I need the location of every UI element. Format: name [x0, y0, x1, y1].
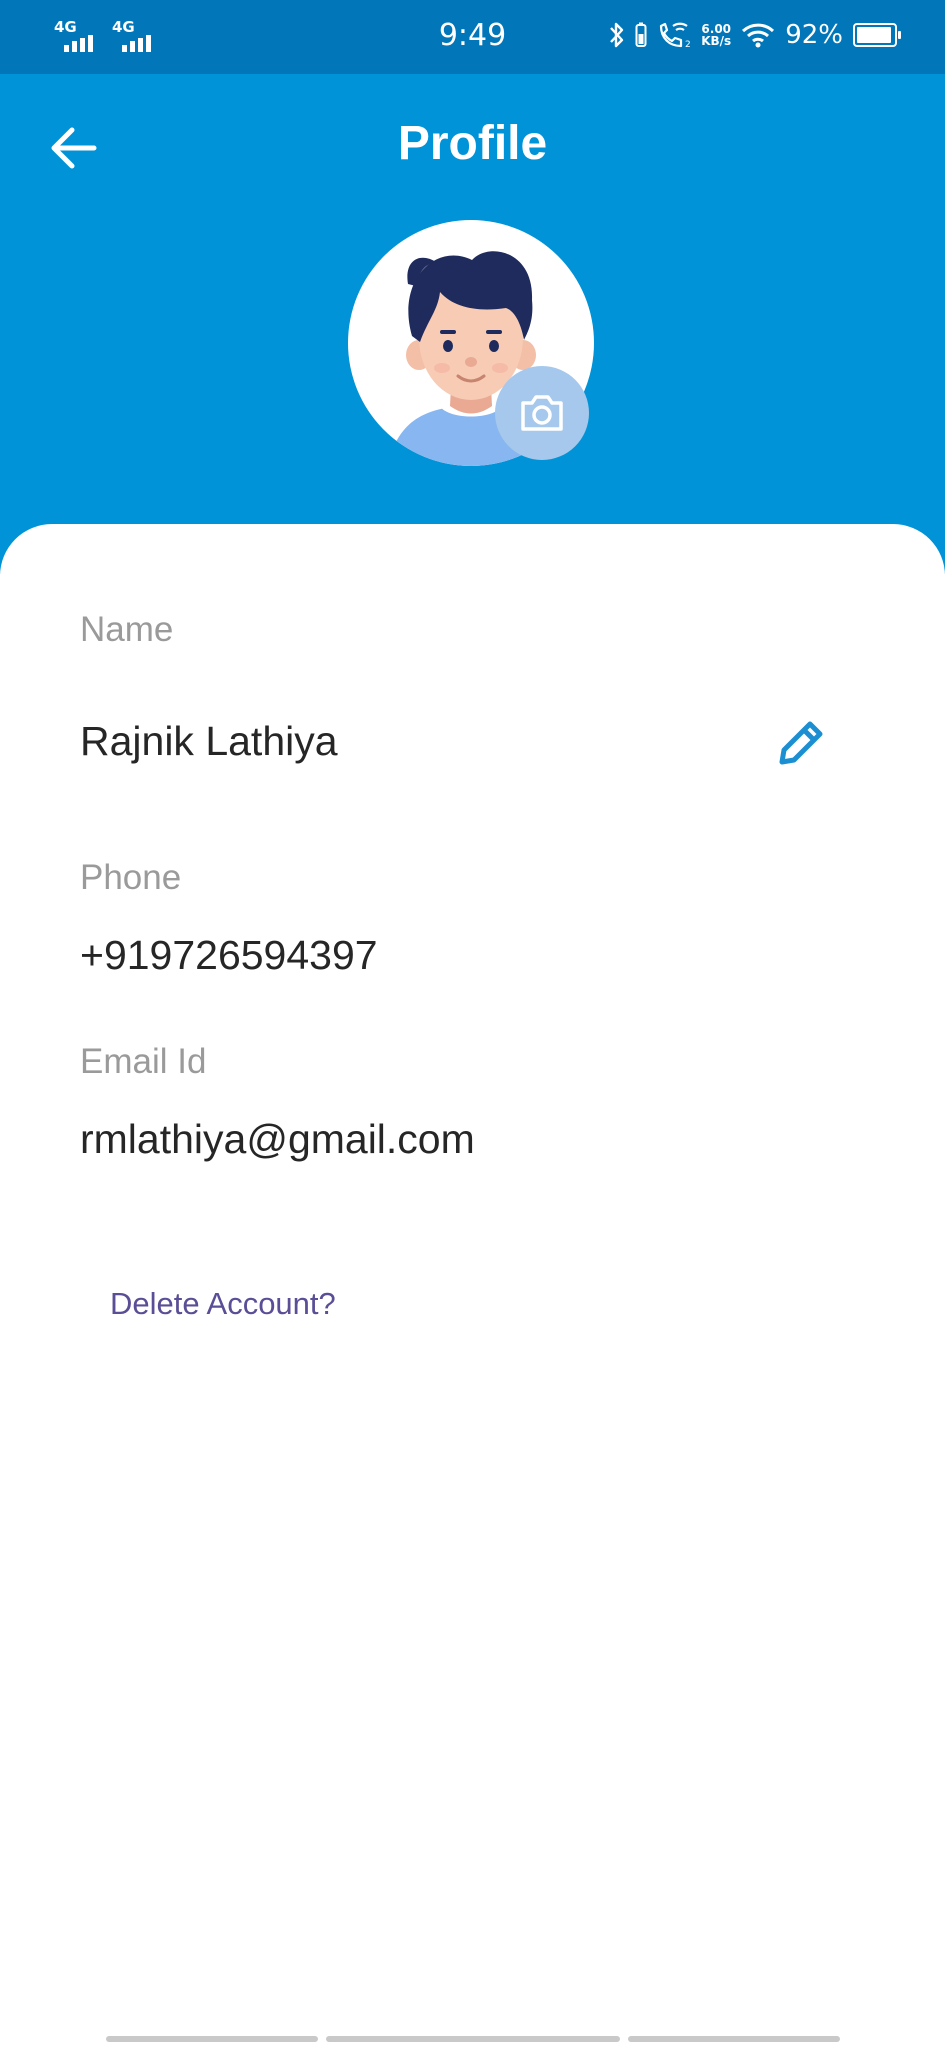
- email-label: Email Id: [80, 1042, 207, 1081]
- profile-header: Profile: [0, 74, 945, 574]
- email-value: rmlathiya@gmail.com: [80, 1116, 475, 1162]
- speed-unit: KB/s: [701, 34, 732, 48]
- wifi-calling-icon: 2: [660, 22, 691, 50]
- home-indicator-segment: [628, 2036, 840, 2042]
- delete-account-link[interactable]: Delete Account?: [110, 1286, 336, 1322]
- network-speed: 6.00 KB/s: [701, 23, 731, 47]
- page-title: Profile: [397, 117, 548, 170]
- name-value: Rajnik Lathiya: [80, 718, 338, 764]
- home-indicator-segment: [326, 2036, 620, 2042]
- bluetooth-icon: [610, 22, 624, 48]
- status-icons: 2 6.00 KB/s 92%: [609, 20, 901, 50]
- phone-label: Phone: [80, 858, 182, 897]
- phone-value: +919726594397: [80, 932, 378, 978]
- camera-icon: [521, 395, 563, 431]
- battery-small-icon: [635, 22, 647, 47]
- change-photo-button[interactable]: [495, 366, 589, 460]
- home-indicator-segment: [106, 2036, 318, 2042]
- battery-percent: 92%: [785, 20, 843, 50]
- edit-name-button[interactable]: [772, 712, 832, 772]
- status-bar: 4G 4G 9:49 2 6.00 KB/s 92%: [0, 0, 945, 74]
- pencil-icon: [779, 721, 823, 765]
- name-label: Name: [80, 610, 174, 649]
- svg-text:2: 2: [685, 40, 691, 50]
- wifi-icon: [742, 23, 775, 48]
- battery-icon: [853, 23, 901, 47]
- profile-details-card: Name Rajnik Lathiya Phone +919726594397 …: [0, 524, 945, 2048]
